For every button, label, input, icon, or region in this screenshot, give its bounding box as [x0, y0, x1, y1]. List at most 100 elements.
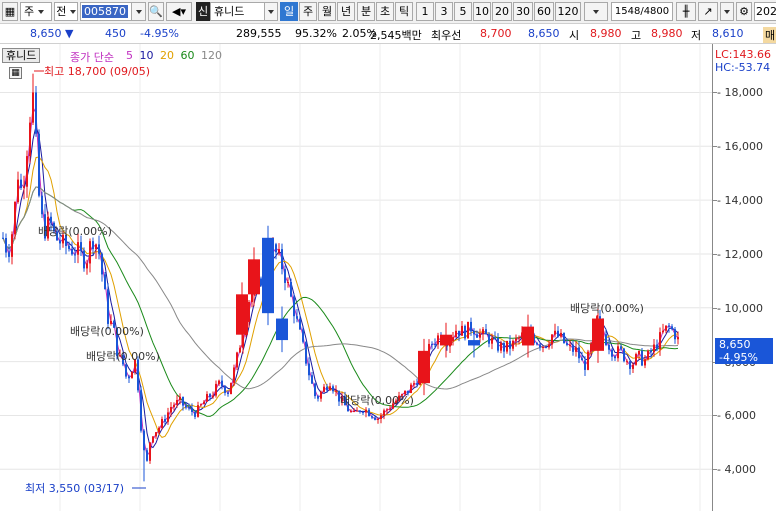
period-month-tab[interactable]: 월	[318, 2, 336, 21]
candle-body	[542, 347, 544, 349]
table-icon[interactable]: ▦	[9, 67, 22, 79]
candle-body	[5, 237, 7, 253]
date-field[interactable]: 202	[754, 2, 776, 21]
candle-body	[563, 332, 565, 344]
count-field[interactable]: 1548/4800	[611, 2, 673, 21]
candle-body	[8, 252, 10, 257]
high-label: 고	[631, 29, 642, 42]
candle-body	[248, 301, 250, 322]
settings-icon[interactable]: ⚙	[736, 2, 752, 21]
grid-icon[interactable]: ▦	[2, 2, 18, 21]
candle-body	[182, 396, 184, 406]
axis-tick-mark	[713, 200, 717, 202]
candle-body	[515, 338, 517, 341]
last-price-value: 8,650	[719, 338, 751, 352]
candle-body	[262, 237, 274, 314]
search-icon[interactable]: 🔍	[148, 2, 164, 21]
period-day-tab[interactable]: 일	[280, 2, 298, 21]
candle-body	[248, 259, 260, 295]
axis-tick-label: - 16,000	[717, 140, 763, 154]
interval-1-button[interactable]: 1	[416, 2, 434, 21]
candle-body	[560, 332, 562, 337]
candle-body	[296, 316, 298, 319]
axis-tick-mark	[713, 92, 717, 94]
candle-body	[479, 333, 481, 338]
period-second-tab[interactable]: 초	[376, 2, 394, 21]
candle-body	[29, 122, 31, 157]
candle-body	[155, 432, 157, 437]
candle-body	[2, 237, 4, 239]
candle-body	[302, 329, 304, 342]
candle-body	[308, 363, 310, 376]
candle-body	[71, 248, 73, 255]
candle-body	[323, 386, 325, 392]
candle-body	[374, 417, 376, 420]
interval-60-button[interactable]: 60	[534, 2, 554, 21]
prev-button[interactable]: 전	[54, 2, 78, 21]
price-chart[interactable]: 최고 18,700 (09/05) 최저 3,550 (03/17) 배당락(0.0…	[0, 44, 712, 511]
ma-60-label: 60	[180, 49, 195, 62]
period-tick-tab[interactable]: 틱	[395, 2, 413, 21]
volume: 289,555	[236, 27, 282, 40]
candle-body	[548, 344, 550, 348]
interval-30-button[interactable]: 30	[513, 2, 533, 21]
candle-body	[575, 347, 577, 352]
interval-5-button[interactable]: 5	[454, 2, 472, 21]
candle-body	[185, 405, 187, 408]
candle-body	[167, 412, 169, 422]
dividend-label: 배당락(0.00%)	[70, 325, 144, 338]
candle-body	[592, 318, 604, 351]
candle-body	[418, 350, 430, 384]
menu-dropdown[interactable]	[720, 2, 734, 21]
candle-body	[212, 395, 214, 398]
chevron-down-icon	[135, 10, 142, 14]
candle-body	[584, 360, 586, 370]
candle-body	[194, 411, 196, 417]
dividend-label: 배당락(0.00%)	[340, 394, 414, 407]
candle-type-icon[interactable]: ╫	[676, 2, 696, 21]
candle-body	[659, 332, 661, 350]
candle-body	[311, 375, 313, 384]
candle-body	[461, 325, 463, 336]
chevron-down-icon	[69, 10, 76, 14]
candle-body	[137, 359, 139, 391]
candle-body	[581, 358, 583, 361]
candle-body	[332, 386, 334, 392]
interval-3-button[interactable]: 3	[435, 2, 453, 21]
ma-period-list: 5 10 20 60 120	[126, 49, 222, 62]
candle-body	[356, 410, 358, 412]
market-type-select[interactable]: 주	[20, 2, 52, 21]
candle-body	[239, 347, 241, 353]
interval-20-button[interactable]: 20	[492, 2, 512, 21]
candle-body	[86, 263, 88, 269]
candle-body	[611, 349, 613, 357]
interval-120-button[interactable]: 120	[555, 2, 581, 21]
candle-body	[497, 337, 499, 351]
candle-body	[452, 337, 454, 342]
candle-body	[587, 351, 589, 370]
candle-body	[125, 364, 127, 377]
candle-body	[35, 92, 37, 134]
indicator-icon[interactable]: ↗	[698, 2, 718, 21]
candle-body	[224, 386, 226, 393]
period-year-tab[interactable]: 년	[337, 2, 355, 21]
period-minute-tab[interactable]: 분	[357, 2, 375, 21]
candle-body	[59, 240, 61, 244]
axis-tick-label: - 12,000	[717, 247, 763, 261]
interval-10-button[interactable]: 10	[473, 2, 491, 21]
candle-body	[377, 418, 379, 420]
interval-dropdown[interactable]	[584, 2, 608, 21]
candle-body	[206, 394, 208, 402]
candle-body	[236, 352, 238, 368]
candle-body	[215, 383, 217, 396]
candle-body	[74, 254, 76, 256]
candle-body	[218, 380, 220, 384]
candle-body	[179, 396, 181, 400]
period-week-tab[interactable]: 주	[299, 2, 317, 21]
chart-title-tab[interactable]: 휴니드	[2, 48, 41, 63]
code-dropdown[interactable]	[131, 2, 146, 21]
stock-name-dropdown[interactable]	[264, 2, 278, 21]
order-button[interactable]: 매	[763, 27, 776, 43]
change-percent: -4.95%	[140, 27, 179, 40]
speaker-icon[interactable]: ◀▾	[166, 2, 192, 21]
